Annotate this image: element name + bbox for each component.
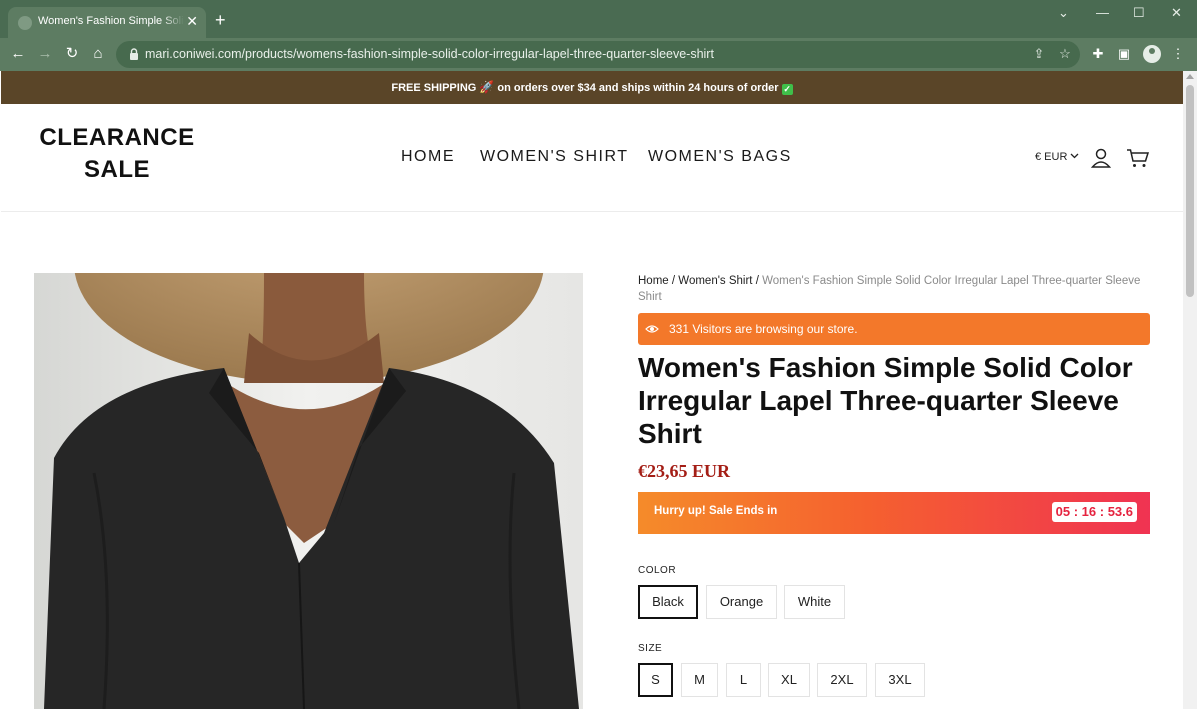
nav-womens-shirt[interactable]: WOMEN'S SHIRT	[480, 148, 628, 166]
size-option-s[interactable]: S	[638, 663, 673, 697]
size-label: SIZE	[638, 643, 663, 654]
new-tab-icon[interactable]: +	[215, 11, 226, 29]
tab-title: Women's Fashion Simple Solid Color Irreg…	[38, 15, 184, 27]
close-tab-icon[interactable]: ✕	[186, 12, 198, 30]
address-bar[interactable]: mari.coniwei.com/products/womens-fashion…	[116, 41, 1080, 68]
favicon-icon	[18, 16, 32, 30]
extensions-icon[interactable]: ✚	[1090, 46, 1106, 62]
color-option-white[interactable]: White	[784, 585, 845, 619]
web-page: FREE SHIPPING 🚀 on orders over $34 and s…	[1, 71, 1183, 709]
account-icon[interactable]	[1090, 147, 1112, 169]
size-option-m[interactable]: M	[681, 663, 718, 697]
size-option-l[interactable]: L	[726, 663, 761, 697]
url-text[interactable]: mari.coniwei.com/products/womens-fashion…	[145, 47, 714, 61]
browser-toolbar: ← → ↻ ⌂ mari.coniwei.com/products/womens…	[0, 38, 1197, 71]
profile-avatar-icon[interactable]	[1143, 45, 1161, 63]
color-option-black[interactable]: Black	[638, 585, 698, 619]
checkmark-icon: ✓	[781, 84, 793, 95]
logo-line1: CLEARANCE	[39, 124, 195, 151]
currency-label: € EUR	[1035, 151, 1068, 163]
page-scrollbar[interactable]	[1183, 71, 1197, 709]
sale-countdown-bar: Hurry up! Sale Ends in 05 : 16 : 53.6	[638, 492, 1150, 534]
product-title: Women's Fashion Simple Solid Color Irreg…	[638, 352, 1133, 449]
breadcrumb-home[interactable]: Home	[638, 275, 669, 287]
home-icon[interactable]: ⌂	[88, 44, 108, 64]
size-option-xl[interactable]: XL	[768, 663, 810, 697]
size-option-3xl[interactable]: 3XL	[875, 663, 925, 697]
side-panel-icon[interactable]: ▣	[1116, 46, 1132, 62]
logo-line2: SALE	[83, 156, 150, 183]
breadcrumb-category[interactable]: Women's Shirt	[678, 275, 752, 287]
announcement-text-after: on orders over $34 and ships within 24 h…	[497, 82, 779, 94]
browser-title-bar: Women's Fashion Simple Solid Color Irreg…	[0, 0, 1197, 38]
announcement-bar: FREE SHIPPING 🚀 on orders over $34 and s…	[1, 71, 1183, 104]
breadcrumb-separator: /	[671, 275, 676, 287]
product-photo	[34, 273, 583, 709]
browser-menu-icon[interactable]: ⋮	[1170, 46, 1186, 62]
lock-icon	[130, 48, 138, 60]
minimize-icon[interactable]: —	[1096, 4, 1109, 22]
color-option-orange[interactable]: Orange	[706, 585, 777, 619]
nav-womens-bags[interactable]: WOMEN'S BAGS	[648, 148, 792, 166]
maximize-icon[interactable]: ☐	[1133, 4, 1145, 22]
size-option-2xl[interactable]: 2XL	[817, 663, 867, 697]
tab-search-icon[interactable]: ⌄	[1058, 4, 1069, 22]
browser-tab[interactable]: Women's Fashion Simple Solid Color Irreg…	[8, 7, 206, 38]
rocket-icon: 🚀	[479, 80, 495, 94]
breadcrumb: Home / Women's Shirt / Women's Fashion S…	[638, 273, 1150, 305]
site-logo[interactable]: CLEARANCE SALE	[29, 122, 205, 186]
breadcrumb-separator: /	[755, 275, 759, 287]
product-image[interactable]	[34, 273, 583, 709]
currency-selector[interactable]: € EUR	[1035, 151, 1079, 163]
countdown-timer: 05 : 16 : 53.6	[1051, 502, 1137, 522]
product-price: €23,65 EUR	[638, 461, 731, 481]
chevron-down-icon	[1071, 153, 1079, 159]
back-icon[interactable]: ←	[8, 44, 28, 64]
eye-icon	[645, 325, 659, 333]
bookmark-star-icon[interactable]: ☆	[1057, 46, 1073, 62]
nav-home[interactable]: HOME	[401, 148, 455, 166]
sale-text: Hurry up! Sale Ends in	[654, 505, 778, 517]
reload-icon[interactable]: ↻	[62, 44, 82, 64]
forward-icon[interactable]: →	[35, 44, 55, 64]
color-label: COLOR	[638, 565, 677, 576]
site-header: CLEARANCE SALE HOME WOMEN'S SHIRT WOMEN'…	[1, 104, 1183, 212]
cart-icon[interactable]	[1126, 147, 1150, 169]
visitors-text: 331 Visitors are browsing our store.	[669, 322, 858, 336]
announcement-text-before: FREE SHIPPING	[391, 82, 477, 94]
close-window-icon[interactable]: ✕	[1171, 4, 1182, 22]
scrollbar-thumb[interactable]	[1186, 85, 1194, 297]
scroll-up-arrow-icon[interactable]	[1186, 74, 1194, 79]
visitors-banner: 331 Visitors are browsing our store.	[638, 313, 1150, 345]
share-icon[interactable]: ⇪	[1031, 46, 1047, 62]
